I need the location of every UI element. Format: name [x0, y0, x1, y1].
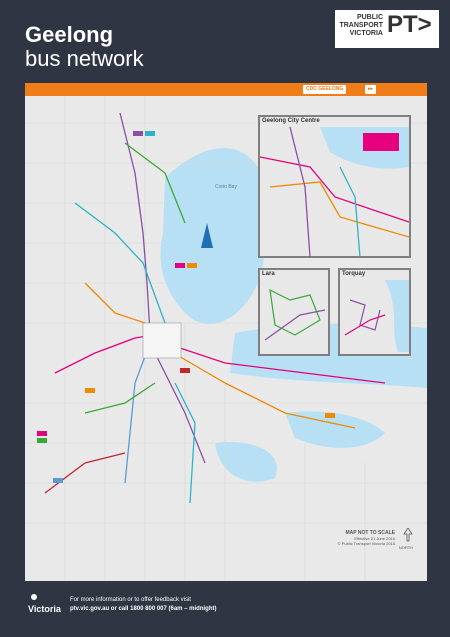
north-label: NORTH	[398, 545, 414, 550]
operator-logo: CDC GEELONG	[303, 85, 347, 94]
ptv-logo-text: PUBLIC TRANSPORT VICTORIA	[339, 14, 383, 37]
footer-info: For more information or to offer feedbac…	[70, 597, 191, 603]
ptv-logo-mark: PT>	[387, 11, 432, 38]
inset-city-map	[260, 127, 409, 257]
inset-city-title: Geelong City Centre	[262, 118, 320, 124]
bus-network-map[interactable]: Corio Bay CDC GEELONG ▸▸ Geelong City Ce…	[25, 83, 427, 581]
inset-torquay[interactable]: Torquay	[338, 268, 411, 356]
city-centre-box	[142, 322, 182, 359]
header: Geelong bus network PUBLIC TRANSPORT VIC…	[0, 0, 450, 78]
inset-city-centre[interactable]: Geelong City Centre	[258, 115, 411, 258]
secondary-logo: ▸▸	[365, 85, 377, 94]
water-label: Corio Bay	[215, 184, 237, 190]
page-subtitle: bus network	[25, 46, 144, 71]
inset-lara-title: Lara	[262, 271, 275, 277]
inset-lara[interactable]: Lara	[258, 268, 330, 356]
north-arrow-icon	[403, 527, 413, 542]
map-note: MAP NOT TO SCALE Effective 21 June 2015 …	[337, 530, 395, 547]
footer-contact[interactable]: ptv.vic.gov.au or call 1800 800 007 (6am…	[70, 606, 217, 613]
victoria-gov-logo: Victoria	[28, 592, 61, 614]
page-title: Geelong	[25, 22, 114, 47]
inset-torquay-title: Torquay	[342, 271, 366, 277]
